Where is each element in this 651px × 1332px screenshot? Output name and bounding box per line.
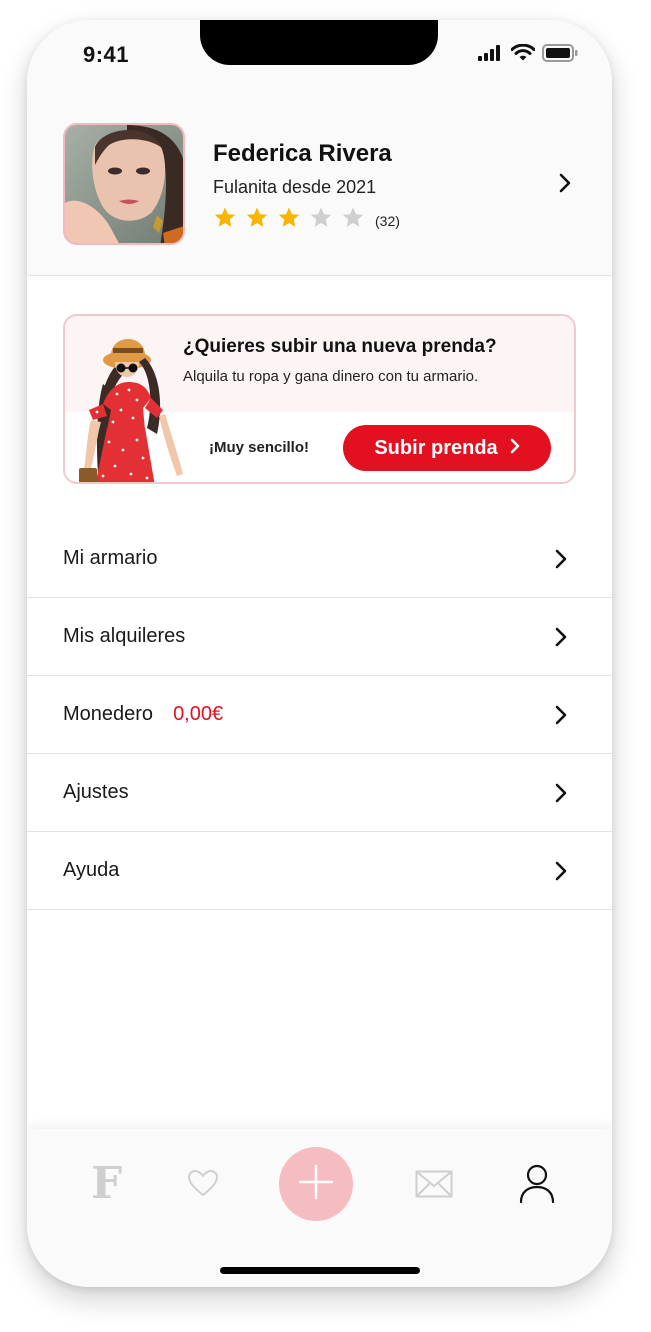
avatar — [63, 123, 185, 245]
menu-item-mi-armario[interactable]: Mi armario — [27, 520, 612, 598]
menu-item-label: Ajustes — [63, 781, 129, 803]
wifi-icon — [510, 43, 536, 66]
menu-item-label: Mis alquileres — [63, 625, 186, 647]
heart-icon[interactable] — [187, 1169, 219, 1202]
menu-item-label: Monedero — [63, 703, 154, 725]
chevron-right-icon — [510, 437, 520, 460]
rating-count: (32) — [375, 212, 400, 229]
menu-item-monedero[interactable]: Monedero 0,00€ — [27, 676, 612, 754]
chevron-right-icon — [554, 548, 568, 575]
tab-home[interactable]: F — [91, 1162, 122, 1206]
status-time: 9:41 — [83, 42, 130, 67]
menu-item-ajustes[interactable]: Ajustes — [27, 754, 612, 832]
profile-name: Federica Rivera — [213, 140, 392, 167]
user-icon[interactable] — [519, 1164, 555, 1209]
plus-icon — [296, 1162, 336, 1207]
home-indicator — [220, 1267, 420, 1274]
star-icon — [341, 206, 365, 235]
rating: (32) — [213, 206, 400, 235]
star-rating — [213, 206, 365, 235]
menu-item-label: Mi armario — [63, 547, 158, 569]
chevron-right-icon — [554, 860, 568, 887]
phone-screen: 9:41 Federica Rivera Fulanita desde 2021… — [27, 20, 612, 1287]
promo-title: ¿Quieres subir una nueva prenda? — [183, 336, 497, 357]
add-button[interactable] — [279, 1147, 353, 1221]
upload-promo-card: ¿Quieres subir una nueva prenda? Alquila… — [63, 314, 576, 484]
chevron-right-icon — [554, 704, 568, 731]
battery-icon — [542, 43, 578, 67]
status-icons — [478, 43, 578, 67]
star-icon — [309, 206, 333, 235]
chevron-right-icon — [554, 782, 568, 809]
mail-icon[interactable] — [415, 1170, 453, 1203]
menu-item-ayuda[interactable]: Ayuda — [27, 832, 612, 910]
notch — [200, 20, 438, 65]
signal-icon — [478, 44, 504, 66]
promo-subtitle: Alquila tu ropa y gana dinero con tu arm… — [183, 368, 479, 385]
bottom-tab-bar: F — [27, 1129, 612, 1287]
upload-garment-button-label: Subir prenda — [374, 436, 498, 459]
star-icon — [277, 206, 301, 235]
star-icon — [245, 206, 269, 235]
fashion-illustration — [73, 324, 188, 482]
chevron-right-icon — [554, 626, 568, 653]
status-bar: 9:41 — [27, 20, 612, 90]
upload-garment-button[interactable]: Subir prenda — [343, 425, 551, 471]
menu-item-label: Ayuda — [63, 859, 120, 881]
promo-easy-text: ¡Muy sencillo! — [209, 439, 310, 456]
menu-item-mis-alquileres[interactable]: Mis alquileres — [27, 598, 612, 676]
profile-menu: Mi armario Mis alquileres Monedero 0,00€… — [27, 520, 612, 910]
wallet-balance: 0,00€ — [173, 703, 224, 725]
profile-header[interactable]: Federica Rivera Fulanita desde 2021 (32) — [27, 90, 612, 276]
star-icon — [213, 206, 237, 235]
member-since: Fulanita desde 2021 — [213, 177, 377, 197]
chevron-right-icon — [558, 172, 572, 199]
